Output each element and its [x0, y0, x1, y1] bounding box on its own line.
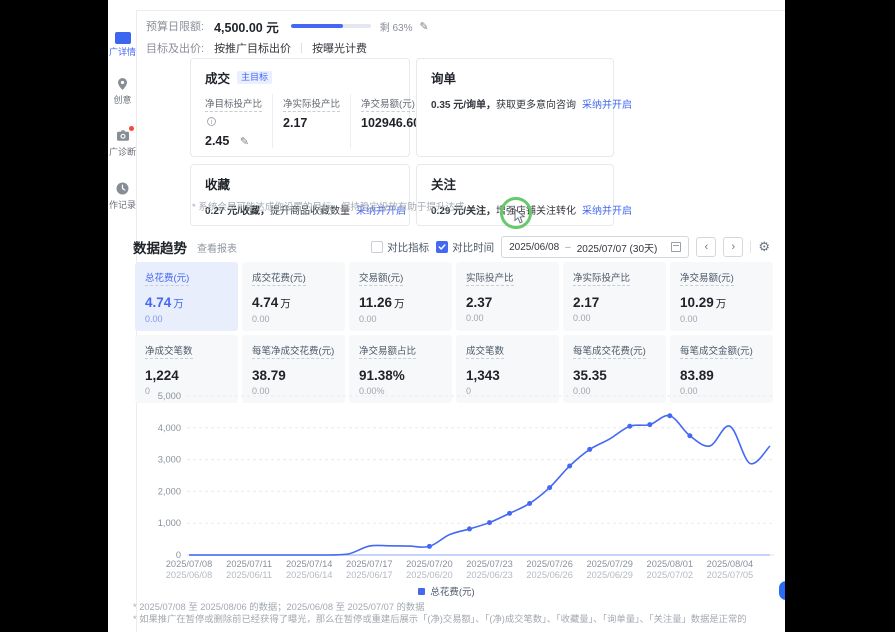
notification-dot	[129, 126, 134, 131]
adopt-enable-link[interactable]: 采纳并开启	[582, 206, 632, 217]
clock-icon	[114, 181, 132, 197]
goal-card-metrics: 净目标投产比i 2.45 ✎ 净实际投产比 2.17 净交易额(元) 10294…	[205, 94, 395, 148]
budget-row: 预算日限额: 4,500.00 元 剩 63% ✎	[146, 18, 429, 34]
svg-text:2025/06/23: 2025/06/23	[466, 570, 513, 580]
svg-text:2025/06/29: 2025/06/29	[586, 570, 633, 580]
metric-tile-5[interactable]: 净交易额(元)10.29万0.00	[670, 262, 773, 331]
budget-edit-icon[interactable]: ✎	[420, 20, 429, 33]
goal-cards-note: * 系统会尽可能达成你设置的目标，保持稳定投放有助于提升达成	[192, 199, 464, 213]
svg-text:2025/08/04: 2025/08/04	[707, 559, 754, 569]
bid-option-target[interactable]: 按推广目标出价	[214, 40, 291, 56]
footnote-pause-note: * 如果推广在暂停或删除前已经获得了曝光，那么在暂停或重建后展示「(净)交易额」…	[133, 613, 775, 625]
mouse-cursor-icon	[514, 209, 527, 224]
legend-swatch	[418, 588, 425, 595]
main-goal-badge: 主目标	[237, 71, 272, 84]
date-range-input[interactable]: 2025/06/08 – 2025/07/07 (30天)	[501, 236, 689, 258]
metric-tile-3[interactable]: 实际投产比2.370.00	[456, 262, 559, 331]
info-icon[interactable]: i	[207, 117, 216, 126]
bid-option-divider	[301, 43, 302, 53]
budget-progress-fill	[291, 24, 343, 28]
sidebar-item-diagnosis[interactable]: 广诊断	[108, 128, 137, 157]
footnotes: * 2025/07/08 至 2025/08/06 的数据；2025/06/08…	[133, 601, 775, 625]
controls-divider	[750, 241, 751, 253]
detail-badge-icon	[115, 32, 131, 44]
metric-tiles: 总花费(元)4.74万0.00成交花费(元)4.74万0.00交易额(元)11.…	[135, 262, 773, 403]
camera-icon	[114, 128, 132, 144]
svg-text:1,000: 1,000	[158, 518, 181, 528]
trend-chart: 01,0002,0003,0004,0005,0002025/07/082025…	[133, 390, 781, 582]
trend-header: 数据趋势 查看报表 对比指标 对比时间 2025/06/08 – 2025/07…	[133, 236, 770, 258]
svg-text:2025/06/26: 2025/06/26	[526, 570, 573, 580]
screen: 广详情创意广诊断作记录 预算日限额: 4,500.00 元 剩 63% ✎ 目标…	[0, 0, 895, 632]
svg-text:2025/07/05: 2025/07/05	[707, 570, 754, 580]
compare-metric-label: 对比指标	[387, 240, 429, 255]
svg-text:2025/07/11: 2025/07/11	[226, 559, 272, 569]
next-period-button[interactable]: ›	[723, 237, 743, 257]
svg-text:2025/06/08: 2025/06/08	[166, 570, 213, 580]
svg-text:3,000: 3,000	[158, 455, 181, 465]
compare-metric-checkbox[interactable]	[371, 241, 383, 253]
svg-text:2025/07/20: 2025/07/20	[406, 559, 453, 569]
trend-controls: 对比指标 对比时间 2025/06/08 – 2025/07/07 (30天) …	[371, 236, 770, 258]
svg-text:2025/06/20: 2025/06/20	[406, 570, 453, 580]
budget-value: 4,500.00 元	[214, 17, 279, 36]
svg-text:2025/07/02: 2025/07/02	[647, 570, 694, 580]
pin-icon	[114, 76, 132, 92]
goal-card-favorite: 收藏 0.27 元/收藏，提升商品收藏数量采纳并开启	[190, 164, 410, 226]
compare-time-checkbox[interactable]	[436, 241, 448, 253]
svg-text:2025/06/14: 2025/06/14	[286, 570, 333, 580]
footnote-date-ranges: * 2025/07/08 至 2025/08/06 的数据；2025/06/08…	[133, 601, 775, 613]
prev-period-button[interactable]: ‹	[696, 237, 716, 257]
svg-text:5,000: 5,000	[158, 391, 181, 401]
metric-net-target-roi: 净目标投产比i 2.45 ✎	[205, 94, 272, 148]
chart-legend: 总花费(元)	[108, 584, 785, 598]
budget-label: 预算日限额:	[146, 18, 204, 34]
sidebar-item-records[interactable]: 作记录	[108, 181, 137, 210]
compare-time-label: 对比时间	[452, 240, 494, 255]
roi-edit-icon[interactable]: ✎	[240, 136, 249, 148]
legend-label: 总花费(元)	[430, 584, 474, 598]
goal-card-title: 成交	[205, 68, 230, 87]
metric-tile-1[interactable]: 成交花费(元)4.74万0.00	[242, 262, 345, 331]
calendar-icon	[671, 242, 681, 252]
sidebar-item-detail[interactable]: 广详情	[108, 32, 137, 57]
main-panel: 广详情创意广诊断作记录 预算日限额: 4,500.00 元 剩 63% ✎ 目标…	[108, 0, 785, 632]
budget-progress-bar	[291, 24, 371, 28]
left-black-bar	[0, 0, 108, 632]
svg-text:2025/07/26: 2025/07/26	[526, 559, 573, 569]
metric-tile-0[interactable]: 总花费(元)4.74万0.00	[135, 262, 238, 331]
svg-text:2,000: 2,000	[158, 486, 181, 496]
adopt-enable-link[interactable]: 采纳并开启	[582, 100, 632, 111]
line-chart: 01,0002,0003,0004,0005,0002025/07/082025…	[133, 390, 781, 582]
svg-text:2025/07/08: 2025/07/08	[166, 559, 213, 569]
svg-text:2025/07/17: 2025/07/17	[346, 559, 393, 569]
svg-text:2025/07/29: 2025/07/29	[586, 559, 633, 569]
view-report-link[interactable]: 查看报表	[197, 240, 237, 255]
budget-remaining: 剩 63%	[380, 19, 413, 34]
svg-text:2025/06/17: 2025/06/17	[346, 570, 393, 580]
goal-bid-row: 目标及出价: 按推广目标出价 按曝光计费	[146, 41, 367, 55]
svg-text:2025/07/23: 2025/07/23	[466, 559, 513, 569]
right-black-bar	[785, 0, 895, 632]
svg-text:2025/08/01: 2025/08/01	[647, 559, 694, 569]
header-divider	[128, 10, 785, 11]
goal-card-inquiry: 询单 0.35 元/询单，获取更多意向咨询采纳并开启	[416, 58, 614, 157]
svg-text:2025/07/14: 2025/07/14	[286, 559, 333, 569]
goal-bid-label: 目标及出价:	[146, 40, 204, 56]
svg-text:4,000: 4,000	[158, 423, 181, 433]
goal-card-deal: 成交 主目标 净目标投产比i 2.45 ✎ 净实际投产比 2.17 净交易额(元…	[190, 58, 410, 157]
click-indicator-ring	[500, 197, 532, 229]
metric-tile-2[interactable]: 交易额(元)11.26万0.00	[349, 262, 452, 331]
svg-text:2025/06/11: 2025/06/11	[226, 570, 272, 580]
metric-net-actual-roi: 净实际投产比 2.17	[272, 94, 350, 148]
bid-option-exposure[interactable]: 按曝光计费	[312, 40, 367, 56]
settings-gear-icon[interactable]: ⚙	[758, 239, 770, 255]
metric-tile-4[interactable]: 净实际投产比2.170.00	[563, 262, 666, 331]
trend-title: 数据趋势	[133, 237, 187, 257]
sidebar-item-creative[interactable]: 创意	[108, 76, 137, 105]
